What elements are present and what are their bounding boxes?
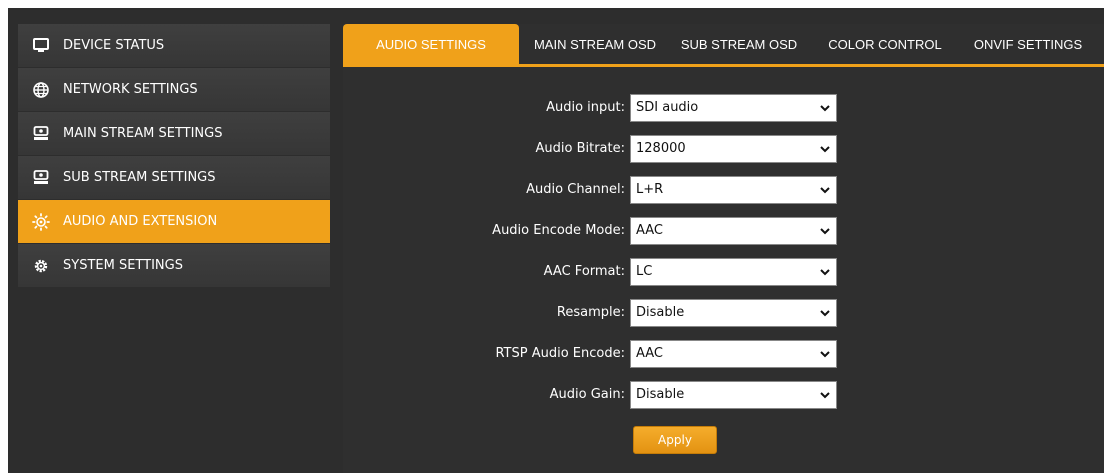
chevron-down-icon — [820, 310, 830, 317]
sidebar-item-label: SUB STREAM SETTINGS — [63, 170, 216, 185]
field-label: RTSP Audio Encode: — [495, 346, 625, 361]
monitor-icon — [32, 37, 50, 55]
tab-label: ONVIF SETTINGS — [973, 36, 1083, 52]
tab-main-stream-osd[interactable]: MAIN STREAM OSD — [523, 24, 667, 64]
field-label: Audio input: — [546, 100, 625, 115]
field-label: Audio Encode Mode: — [492, 223, 625, 238]
form-row-audio-bitrate: Audio Bitrate: 128000 — [343, 135, 1104, 163]
chevron-down-icon — [820, 269, 830, 276]
sidebar-item-main-stream-settings[interactable]: MAIN STREAM SETTINGS — [18, 112, 330, 155]
sidebar-item-label: NETWORK SETTINGS — [63, 82, 198, 97]
form-row-audio-encode-mode: Audio Encode Mode: AAC — [343, 217, 1104, 245]
select-value: L+R — [636, 182, 664, 197]
field-label: AAC Format: — [543, 264, 625, 279]
sidebar-item-label: SYSTEM SETTINGS — [63, 258, 183, 273]
app-window: DEVICE STATUS NETWORK SETTINGS MAIN STRE… — [8, 8, 1104, 473]
form-row-audio-input: Audio input: SDI audio — [343, 94, 1104, 122]
audio-channel-select[interactable]: L+R — [630, 176, 837, 204]
aac-format-select[interactable]: LC — [630, 258, 837, 286]
audio-input-select[interactable]: SDI audio — [630, 94, 837, 122]
select-value: Disable — [636, 305, 685, 320]
sidebar-item-label: DEVICE STATUS — [63, 38, 165, 53]
form-row-aac-format: AAC Format: LC — [343, 258, 1104, 286]
field-label: Audio Channel: — [526, 182, 625, 197]
sidebar-item-sub-stream-settings[interactable]: SUB STREAM SETTINGS — [18, 156, 330, 199]
chevron-down-icon — [820, 187, 830, 194]
sidebar-item-audio-and-extension[interactable]: AUDIO AND EXTENSION — [18, 200, 330, 243]
select-value: SDI audio — [636, 100, 699, 115]
tab-label: SUB STREAM OSD — [680, 36, 798, 52]
form-row-audio-gain: Audio Gain: Disable — [343, 381, 1104, 409]
sidebar-item-network-settings[interactable]: NETWORK SETTINGS — [18, 68, 330, 111]
form-row-audio-channel: Audio Channel: L+R — [343, 176, 1104, 204]
chevron-down-icon — [820, 228, 830, 235]
tab-label: AUDIO SETTINGS — [376, 36, 486, 52]
audio-gain-select[interactable]: Disable — [630, 381, 837, 409]
sidebar-item-label: MAIN STREAM SETTINGS — [63, 126, 223, 141]
chevron-down-icon — [820, 392, 830, 399]
select-value: Disable — [636, 387, 685, 402]
sidebar: DEVICE STATUS NETWORK SETTINGS MAIN STRE… — [18, 24, 330, 288]
field-label: Audio Bitrate: — [535, 141, 626, 156]
tab-sub-stream-osd[interactable]: SUB STREAM OSD — [673, 24, 805, 64]
chevron-down-icon — [820, 105, 830, 112]
sidebar-item-label: AUDIO AND EXTENSION — [63, 214, 218, 229]
drive-icon — [32, 169, 50, 187]
tab-onvif-settings[interactable]: ONVIF SETTINGS — [963, 24, 1093, 64]
sun-gear-icon — [32, 212, 50, 231]
main-panel: AUDIO SETTINGS MAIN STREAM OSD SUB STREA… — [343, 24, 1104, 473]
sidebar-item-system-settings[interactable]: SYSTEM SETTINGS — [18, 244, 330, 287]
select-value: AAC — [636, 346, 663, 361]
form-row-rtsp-audio-encode: RTSP Audio Encode: AAC — [343, 340, 1104, 368]
field-label: Audio Gain: — [549, 387, 625, 402]
audio-encode-mode-select[interactable]: AAC — [630, 217, 837, 245]
apply-button-label: Apply — [658, 433, 692, 447]
tab-bar: AUDIO SETTINGS MAIN STREAM OSD SUB STREA… — [343, 24, 1104, 67]
tab-label: COLOR CONTROL — [828, 36, 942, 52]
chevron-down-icon — [820, 146, 830, 153]
gear-icon — [32, 257, 50, 275]
globe-icon — [32, 81, 50, 99]
apply-button[interactable]: Apply — [633, 426, 717, 454]
sidebar-item-device-status[interactable]: DEVICE STATUS — [18, 24, 330, 67]
tab-audio-settings[interactable]: AUDIO SETTINGS — [343, 24, 519, 64]
form-row-resample: Resample: Disable — [343, 299, 1104, 327]
select-value: AAC — [636, 223, 663, 238]
field-label: Resample: — [556, 305, 625, 320]
audio-bitrate-select[interactable]: 128000 — [630, 135, 837, 163]
tab-color-control[interactable]: COLOR CONTROL — [821, 24, 949, 64]
rtsp-audio-encode-select[interactable]: AAC — [630, 340, 837, 368]
drive-icon — [32, 125, 50, 143]
chevron-down-icon — [820, 351, 830, 358]
select-value: LC — [636, 264, 653, 279]
select-value: 128000 — [636, 141, 686, 156]
tab-label: MAIN STREAM OSD — [533, 36, 657, 52]
resample-select[interactable]: Disable — [630, 299, 837, 327]
